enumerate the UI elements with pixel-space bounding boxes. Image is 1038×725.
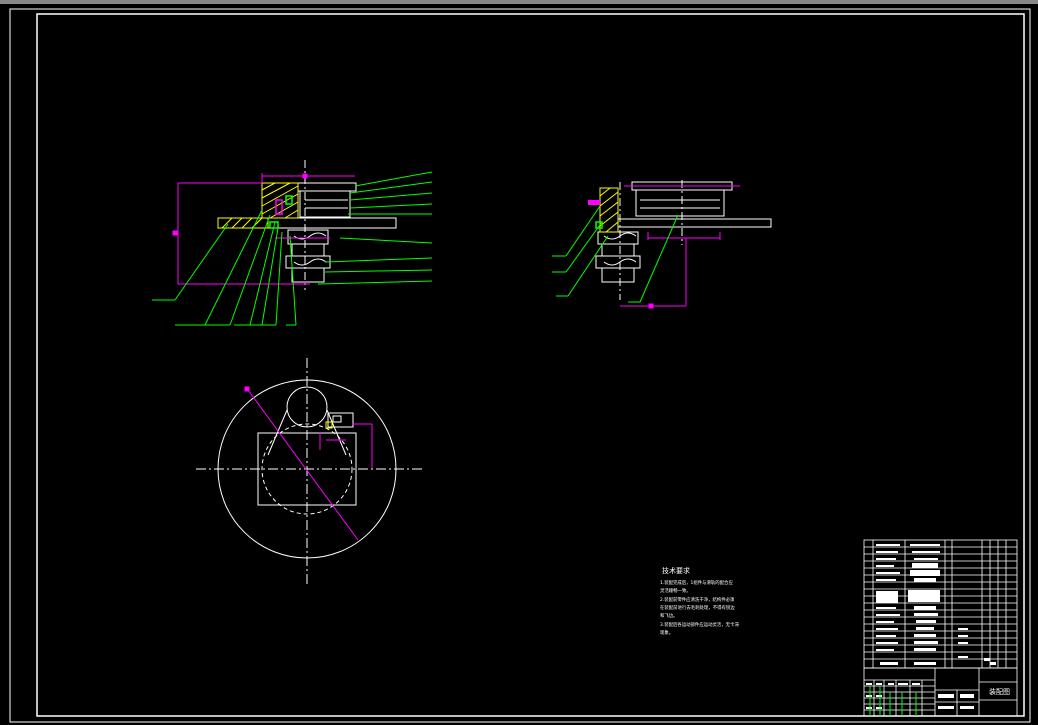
tech-note-line: 现象。 bbox=[660, 629, 673, 636]
tech-note-line: 灵活顺畅一致。 bbox=[660, 587, 691, 594]
drawing-name: 装配图 bbox=[989, 687, 1010, 696]
parts-list-text-blocks bbox=[876, 544, 996, 665]
title-block-green-marks bbox=[869, 686, 917, 716]
tech-notes-title: 技术要求 bbox=[662, 566, 690, 575]
tech-note-line: 和飞边。 bbox=[660, 612, 678, 619]
tech-note-line: 1.装配完成后，1组件与滑轨的配合应 bbox=[660, 579, 733, 586]
tech-note-line: 3.装配后各运动部件应运动灵活，无卡滞 bbox=[660, 621, 739, 628]
tech-notes: 技术要求 1.装配完成后，1组件与滑轨的配合应 灵活顺畅一致。 2.装配前零件应… bbox=[660, 566, 739, 636]
right-dimension-lines bbox=[620, 185, 740, 309]
tech-note-line: 2.装配前零件应清洗干净，结构件必须 bbox=[660, 596, 735, 603]
sheet-inner-frame bbox=[36, 13, 1025, 717]
top-strip bbox=[0, 0, 1038, 4]
right-section-view bbox=[595, 180, 772, 300]
title-block-text-blocks bbox=[866, 683, 974, 709]
cad-drawing-canvas: 技术要求 1.装配完成后，1组件与滑轨的配合应 灵活顺畅一致。 2.装配前零件应… bbox=[0, 0, 1038, 723]
left-section-hatch bbox=[217, 182, 299, 229]
tech-note-line: 在装配前进行去毛刺处理，不得有锐边 bbox=[660, 604, 735, 611]
plan-view-diagonal bbox=[244, 386, 373, 541]
right-leader-lines bbox=[552, 205, 679, 303]
plan-view bbox=[196, 358, 424, 585]
